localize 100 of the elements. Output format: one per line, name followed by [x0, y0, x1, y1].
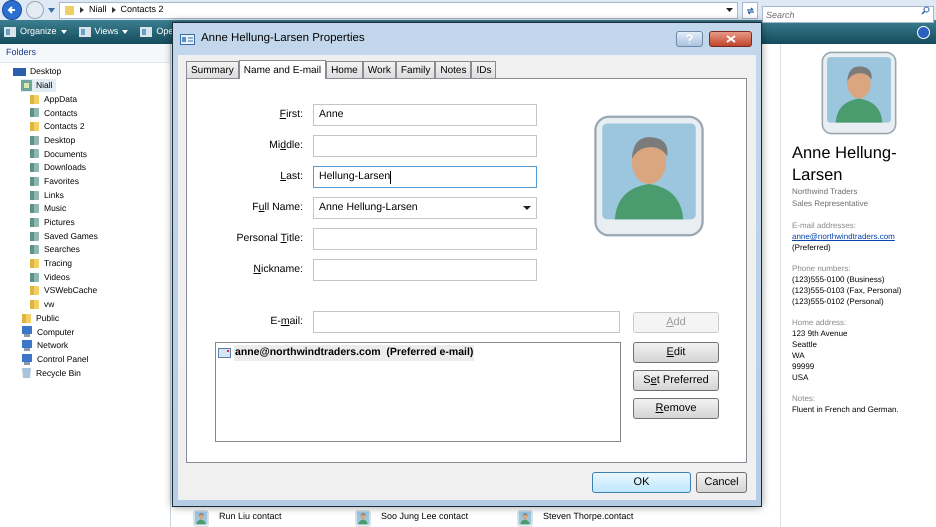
folder-icon [29, 203, 40, 214]
detail-text: (123)555-0103 (Fax, Personal) [792, 285, 902, 296]
folder-icon [21, 312, 32, 324]
tree-item[interactable]: Recycle Bin [21, 366, 84, 380]
section-heading: Home address: [792, 317, 848, 328]
section-heading: E-mail addresses: [792, 220, 858, 231]
contact-file[interactable]: Soo Jung Lee contact [351, 510, 513, 527]
folder-icon [29, 121, 40, 132]
refresh-button[interactable] [742, 2, 758, 18]
tree-item[interactable]: Desktop [29, 133, 78, 148]
job-title: Sales Representative [792, 198, 870, 210]
tree-item[interactable]: Niall [21, 78, 56, 92]
company: Northwind Traders [792, 186, 858, 198]
toolbar-icon [140, 27, 152, 37]
folder-icon [29, 107, 40, 118]
field-label: Personal Title: [235, 231, 304, 246]
email-field[interactable] [313, 311, 620, 333]
tree-item[interactable]: Public [21, 311, 62, 326]
folder-icon [29, 244, 40, 256]
back-button[interactable] [2, 0, 22, 20]
toolbar-button[interactable]: Organize [4, 25, 67, 39]
toolbar-button[interactable]: Views [78, 25, 128, 39]
close-button[interactable] [709, 31, 752, 47]
envelope-icon [218, 348, 231, 358]
tab[interactable]: Work [362, 61, 396, 78]
email-link[interactable]: anne@northwindtraders.com [792, 231, 925, 242]
folder-icon [29, 216, 40, 228]
text-field[interactable] [313, 135, 537, 157]
tree-item[interactable]: Control Panel [21, 352, 92, 366]
list-action-button[interactable]: Set Preferred [633, 370, 719, 391]
folder-icon [29, 230, 40, 242]
tree-item[interactable]: Tracing [29, 256, 76, 270]
list-action-button[interactable]: Edit [633, 342, 719, 363]
tree-item[interactable]: Desktop [13, 65, 64, 79]
folders-header[interactable]: Folders [6, 46, 36, 60]
arrow-left-icon [7, 5, 17, 15]
desktop-icon [13, 66, 26, 78]
text-field[interactable]: Anne [313, 104, 537, 126]
folder-icon [29, 272, 40, 283]
caret-icon[interactable] [726, 8, 733, 12]
tree-item[interactable]: Searches [29, 242, 83, 257]
section-heading: Notes: [792, 393, 816, 404]
detail-text: WA [792, 350, 806, 361]
tree-item[interactable]: Downloads [29, 160, 90, 174]
tree-item[interactable]: Computer [21, 325, 78, 339]
contact-file[interactable]: Run Liu contact [189, 510, 351, 527]
toolbar-icon [4, 27, 16, 37]
email-list-item[interactable]: anne@northwindtraders.com (Preferred e-mail) [234, 345, 474, 361]
tree-item[interactable]: Videos [29, 270, 73, 284]
tree-item[interactable]: AppData [29, 92, 80, 106]
detail-text: USA [792, 372, 810, 383]
contact-file[interactable]: Steven Thorpe.contact [513, 510, 675, 527]
detail-text: (123)555-0102 (Personal) [792, 296, 885, 307]
folder-icon [29, 162, 40, 174]
tree-item[interactable]: Contacts [29, 106, 81, 120]
tab[interactable]: Name and E-mail [238, 60, 326, 79]
tree-item[interactable]: vw [29, 298, 58, 312]
breadcrumb-item[interactable]: Contacts 2 [120, 3, 164, 17]
folder-icon [29, 176, 40, 187]
tab[interactable]: Summary [186, 61, 239, 78]
field-label: Last: [279, 169, 304, 184]
caret-icon [122, 30, 128, 34]
user-folder-icon [21, 80, 32, 92]
tree-item[interactable]: Pictures [29, 216, 78, 230]
folder-icon [29, 190, 40, 201]
breadcrumb-item[interactable]: Niall [89, 3, 107, 17]
cancel-button[interactable]: Cancel [696, 472, 747, 493]
help-icon[interactable] [917, 26, 930, 38]
tab[interactable]: Notes [435, 61, 472, 78]
text-field[interactable] [313, 259, 537, 281]
field-label: First: [278, 107, 304, 122]
field-label: E-mail: [269, 314, 304, 330]
text-field[interactable]: Hellung-Larsen [313, 166, 537, 188]
folder-icon [29, 299, 40, 310]
recycle-bin-icon [21, 367, 32, 378]
caret-icon [523, 206, 531, 210]
tree-item[interactable]: Documents [29, 147, 90, 161]
list-action-button[interactable]: Remove [633, 398, 719, 419]
tree-item[interactable]: Links [29, 188, 67, 202]
tree-item[interactable]: VSWebCache [29, 284, 100, 298]
tree-item[interactable]: Music [29, 202, 70, 216]
caret-icon [60, 30, 67, 34]
tab[interactable]: Family [396, 61, 436, 78]
field-label: Full Name: [251, 200, 304, 216]
tab[interactable]: Home [326, 61, 363, 78]
text-field[interactable] [313, 228, 537, 250]
detail-text: (123)555-0100 (Business) [792, 274, 886, 285]
tree-item[interactable]: Favorites [29, 174, 82, 188]
tab[interactable]: IDs [471, 61, 496, 78]
tree-item[interactable]: Network [21, 338, 72, 352]
field-label: Nickname: [252, 262, 304, 278]
tree-item[interactable]: Contacts 2 [29, 120, 88, 134]
detail-text: (Preferred) [792, 242, 832, 253]
detail-text: 123 9th Avenue [792, 328, 848, 339]
ok-button[interactable]: OK [592, 472, 691, 493]
search-field[interactable]: Search [762, 6, 934, 23]
refresh-icon [746, 6, 754, 14]
tree-item[interactable]: Saved Games [29, 229, 101, 243]
help-button[interactable] [676, 31, 703, 47]
dropdown-field[interactable]: Anne Hellung-Larsen [313, 197, 537, 219]
